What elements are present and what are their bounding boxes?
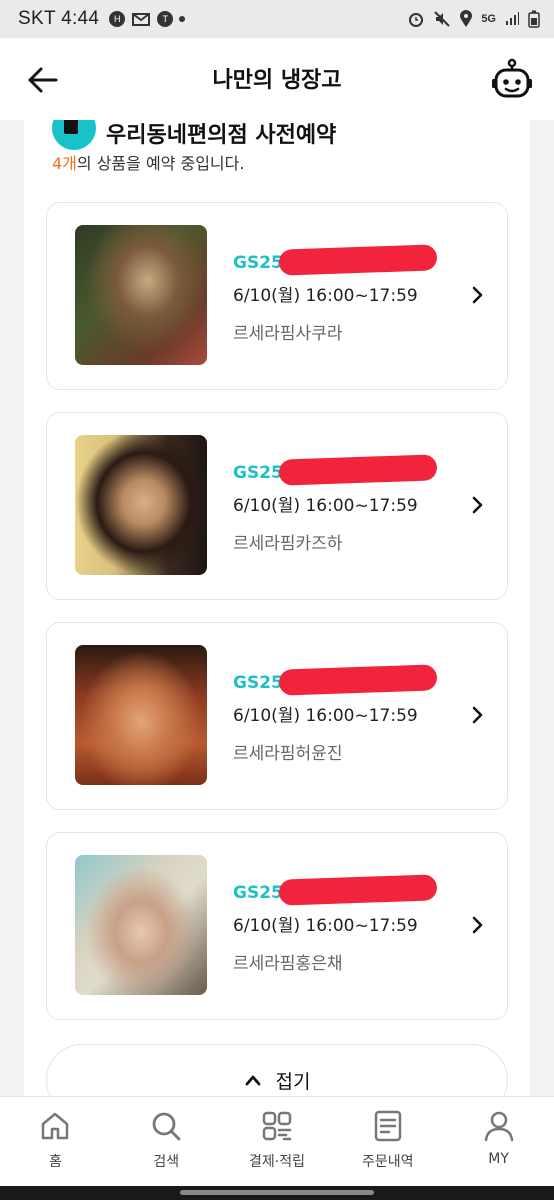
nav-item-pay[interactable]: 결제·적립 — [222, 1097, 333, 1187]
chevron-right-icon — [472, 496, 483, 514]
redaction-mark — [278, 664, 438, 696]
app-header: 나만의 냉장고 — [0, 38, 554, 120]
pickup-time: 6/10(월) 16:00~17:59 — [233, 286, 418, 306]
product-name: 르세라핌허윤진 — [233, 744, 343, 764]
more-dot-icon — [179, 16, 186, 22]
reservation-summary: 4개의 상품을 예약 중입니다. — [52, 150, 244, 174]
nav-item-my[interactable]: MY — [443, 1097, 554, 1187]
chevron-right-icon — [472, 916, 483, 934]
chevron-right-icon — [472, 286, 483, 304]
store-name: GS25 — [233, 883, 283, 903]
nav-label: 결제·적립 — [249, 1154, 305, 1170]
order-list-icon — [374, 1110, 402, 1142]
signal-icon — [506, 12, 519, 25]
redaction-mark — [278, 874, 438, 906]
reservation-count: 4개 — [52, 154, 77, 173]
page-title: 나만의 냉장고 — [212, 68, 342, 93]
store-name: GS25 — [233, 673, 283, 693]
brand-row: 우리동네편의점 사전예약 — [52, 120, 336, 150]
profile-icon — [484, 1111, 513, 1142]
nav-item-search[interactable]: 검색 — [111, 1097, 222, 1187]
reservation-card[interactable]: GS25 6/10(월) 16:00~17:59 르세라핌홍은채 — [46, 832, 508, 1020]
product-image — [75, 435, 207, 575]
home-icon — [42, 1112, 69, 1140]
status-time: SKT 4:44 — [18, 8, 100, 29]
chevron-up-icon — [245, 1075, 260, 1086]
pickup-time: 6/10(월) 16:00~17:59 — [233, 916, 418, 936]
fold-button-label: 접기 — [275, 1070, 311, 1093]
mail-icon — [132, 13, 151, 26]
status-bar: SKT 4:44 H T 5G — [0, 0, 554, 38]
redaction-mark — [278, 454, 438, 486]
nav-label: MY — [488, 1151, 509, 1167]
network-type: 5G — [481, 13, 496, 25]
product-name: 르세라핌카즈하 — [233, 534, 343, 554]
brand-title: 우리동네편의점 사전예약 — [106, 123, 337, 148]
pickup-time: 6/10(월) 16:00~17:59 — [233, 496, 418, 516]
search-icon — [152, 1112, 181, 1141]
reservation-card[interactable]: GS25 6/10(월) 16:00~17:59 르세라핌허윤진 — [46, 622, 508, 810]
redaction-mark — [278, 244, 438, 276]
robot-icon[interactable] — [490, 58, 534, 102]
bottom-nav: 홈 검색 결제·적립 주문내역 MY — [0, 1096, 554, 1187]
location-icon — [460, 10, 473, 27]
reservation-card[interactable]: GS25 6/10(월) 16:00~17:59 르세라핌카즈하 — [46, 412, 508, 600]
chevron-right-icon — [472, 706, 483, 724]
nav-label: 검색 — [153, 1154, 180, 1170]
nav-label: 주문내역 — [362, 1154, 414, 1170]
product-image — [75, 645, 207, 785]
notification-icons: H T — [109, 11, 186, 27]
nav-label: 홈 — [48, 1154, 62, 1170]
product-name: 르세라핌사쿠라 — [233, 324, 343, 344]
battery-icon — [528, 10, 540, 28]
product-image — [75, 855, 207, 995]
reservation-card[interactable]: GS25 6/10(월) 16:00~17:59 르세라핌사쿠라 — [46, 202, 508, 390]
product-name: 르세라핌홍은채 — [233, 954, 343, 974]
mute-icon — [434, 11, 451, 27]
product-image — [75, 225, 207, 365]
pay-icon — [262, 1111, 292, 1141]
store-name: GS25 — [233, 463, 283, 483]
talk-icon: T — [157, 11, 174, 27]
reservation-summary-text: 의 상품을 예약 중입니다. — [76, 154, 245, 173]
notification-h-icon: H — [109, 11, 126, 27]
pickup-time: 6/10(월) 16:00~17:59 — [233, 706, 418, 726]
brand-logo-icon — [52, 120, 96, 150]
system-home-bar[interactable] — [0, 1186, 554, 1200]
system-icons: 5G — [407, 0, 540, 38]
nav-item-orders[interactable]: 주문내역 — [332, 1097, 443, 1187]
reservation-panel: 우리동네편의점 사전예약 4개의 상품을 예약 중입니다. GS25 6/10(… — [24, 120, 530, 1100]
store-name: GS25 — [233, 253, 283, 273]
nav-item-home[interactable]: 홈 — [0, 1097, 111, 1187]
fold-button[interactable]: 접기 — [46, 1044, 508, 1100]
alarm-icon — [409, 13, 424, 27]
